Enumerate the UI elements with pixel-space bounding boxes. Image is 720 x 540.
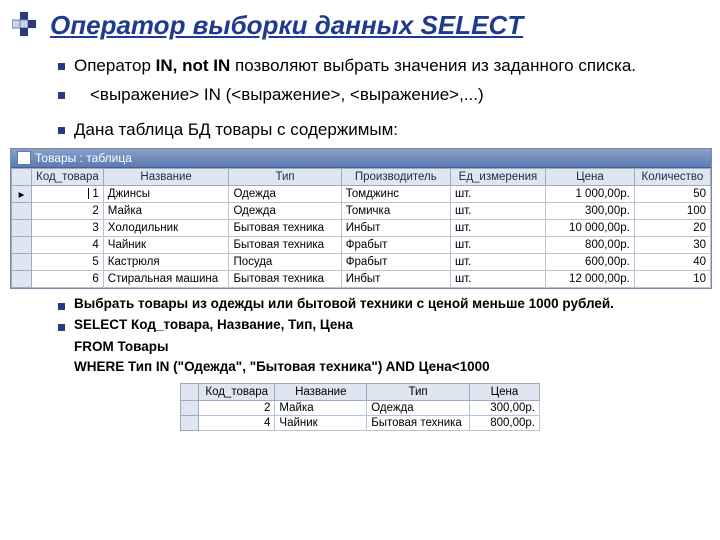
cell: Одежда [229, 185, 341, 202]
cell: Холодильник [103, 219, 229, 236]
row-selector [12, 253, 32, 270]
cell: 1 000,00р. [545, 185, 634, 202]
text: Оператор [74, 56, 156, 75]
sql-from: FROM Товары [40, 337, 680, 357]
row-selector-header [12, 168, 32, 185]
cell: Томичка [341, 202, 450, 219]
db-window-title: Товары : таблица [35, 151, 132, 165]
cell: Инбыт [341, 219, 450, 236]
column-header: Количество [634, 168, 710, 185]
cell: Майка [275, 401, 367, 416]
cell: Бытовая техника [229, 219, 341, 236]
column-header: Тип [229, 168, 341, 185]
table-icon [17, 151, 31, 165]
cell: Фрабыт [341, 236, 450, 253]
text: позволяют выбрать значения из заданного … [230, 56, 636, 75]
cell: 300,00р. [545, 202, 634, 219]
cell: Одежда [367, 401, 470, 416]
cell: Бытовая техника [367, 416, 470, 431]
cell: Чайник [275, 416, 367, 431]
cell: Фрабыт [341, 253, 450, 270]
cell: 30 [634, 236, 710, 253]
table-row: 2МайкаОдеждаТомичкашт.300,00р.100 [12, 202, 711, 219]
cell: 1 [32, 185, 104, 202]
cell: 100 [634, 202, 710, 219]
cell: Кастрюля [103, 253, 229, 270]
column-header: Код_товара [199, 384, 275, 401]
row-selector [12, 270, 32, 287]
table-row: 3ХолодильникБытовая техникаИнбытшт.10 00… [12, 219, 711, 236]
table-row: ▸ 1ДжинсыОдеждаТомджинсшт.1 000,00р.50 [12, 185, 711, 202]
result-table: Код_товараНазваниеТипЦена 2МайкаОдежда30… [180, 383, 540, 431]
row-selector [12, 202, 32, 219]
cell: шт. [450, 253, 545, 270]
cell: Стиральная машина [103, 270, 229, 287]
cell: 5 [32, 253, 104, 270]
cell: 40 [634, 253, 710, 270]
sql-where: WHERE Тип IN ("Одежда", "Бытовая техника… [40, 357, 680, 377]
db-table: Код_товараНазваниеТипПроизводительЕд_изм… [11, 168, 711, 288]
cell: шт. [450, 270, 545, 287]
text-bold: IN, not IN [156, 56, 231, 75]
row-selector-header [181, 384, 199, 401]
cell: шт. [450, 202, 545, 219]
column-header: Ед_измерения [450, 168, 545, 185]
cell: Бытовая техника [229, 270, 341, 287]
table-row: 4ЧайникБытовая техника800,00р. [181, 416, 540, 431]
cell: 300,00р. [469, 401, 539, 416]
column-header: Производитель [341, 168, 450, 185]
row-selector [12, 219, 32, 236]
logo-icon [12, 12, 46, 46]
bullet-syntax: <выражение> IN (<выражение>, <выражение>… [58, 84, 680, 107]
cell: шт. [450, 185, 545, 202]
cell: 2 [199, 401, 275, 416]
bullet-list: Оператор IN, not IN позволяют выбрать зн… [40, 55, 680, 142]
cell: 4 [199, 416, 275, 431]
db-titlebar: Товары : таблица [11, 149, 711, 168]
cell: 12 000,00р. [545, 270, 634, 287]
row-selector [181, 416, 199, 431]
cell: Инбыт [341, 270, 450, 287]
cell: шт. [450, 219, 545, 236]
column-header: Код_товара [32, 168, 104, 185]
cell: Джинсы [103, 185, 229, 202]
bullet-operator: Оператор IN, not IN позволяют выбрать зн… [58, 55, 680, 78]
row-selector [181, 401, 199, 416]
row-selector [12, 236, 32, 253]
cell: 4 [32, 236, 104, 253]
cell: 600,00р. [545, 253, 634, 270]
bullet-table-intro: Дана таблица БД товары с содержимым: [58, 119, 680, 142]
db-table-window: Товары : таблица Код_товараНазваниеТипПр… [10, 148, 712, 289]
cell: Посуда [229, 253, 341, 270]
bullet-list-2: Выбрать товары из одежды или бытовой тех… [40, 295, 680, 335]
table-row: 4ЧайникБытовая техникаФрабытшт.800,00р.3… [12, 236, 711, 253]
cell: 2 [32, 202, 104, 219]
cell: 10 [634, 270, 710, 287]
cell: Майка [103, 202, 229, 219]
cell: 3 [32, 219, 104, 236]
cell: 20 [634, 219, 710, 236]
cell: 800,00р. [469, 416, 539, 431]
bullet-task: Выбрать товары из одежды или бытовой тех… [58, 295, 680, 314]
cell: Бытовая техника [229, 236, 341, 253]
table-row: 5КастрюляПосудаФрабытшт.600,00р.40 [12, 253, 711, 270]
column-header: Цена [469, 384, 539, 401]
column-header: Название [103, 168, 229, 185]
cell: Одежда [229, 202, 341, 219]
column-header: Тип [367, 384, 470, 401]
table-row: 2МайкаОдежда300,00р. [181, 401, 540, 416]
page-title: Оператор выборки данных SELECT [40, 0, 680, 51]
cell: 800,00р. [545, 236, 634, 253]
column-header: Цена [545, 168, 634, 185]
cell: шт. [450, 236, 545, 253]
cell: 6 [32, 270, 104, 287]
cell: Чайник [103, 236, 229, 253]
cell: 10 000,00р. [545, 219, 634, 236]
table-row: 6Стиральная машинаБытовая техникаИнбытшт… [12, 270, 711, 287]
bullet-sql-select: SELECT Код_товара, Название, Тип, Цена [58, 316, 680, 335]
cell: 50 [634, 185, 710, 202]
cell: Томджинс [341, 185, 450, 202]
row-selector: ▸ [12, 185, 32, 202]
column-header: Название [275, 384, 367, 401]
